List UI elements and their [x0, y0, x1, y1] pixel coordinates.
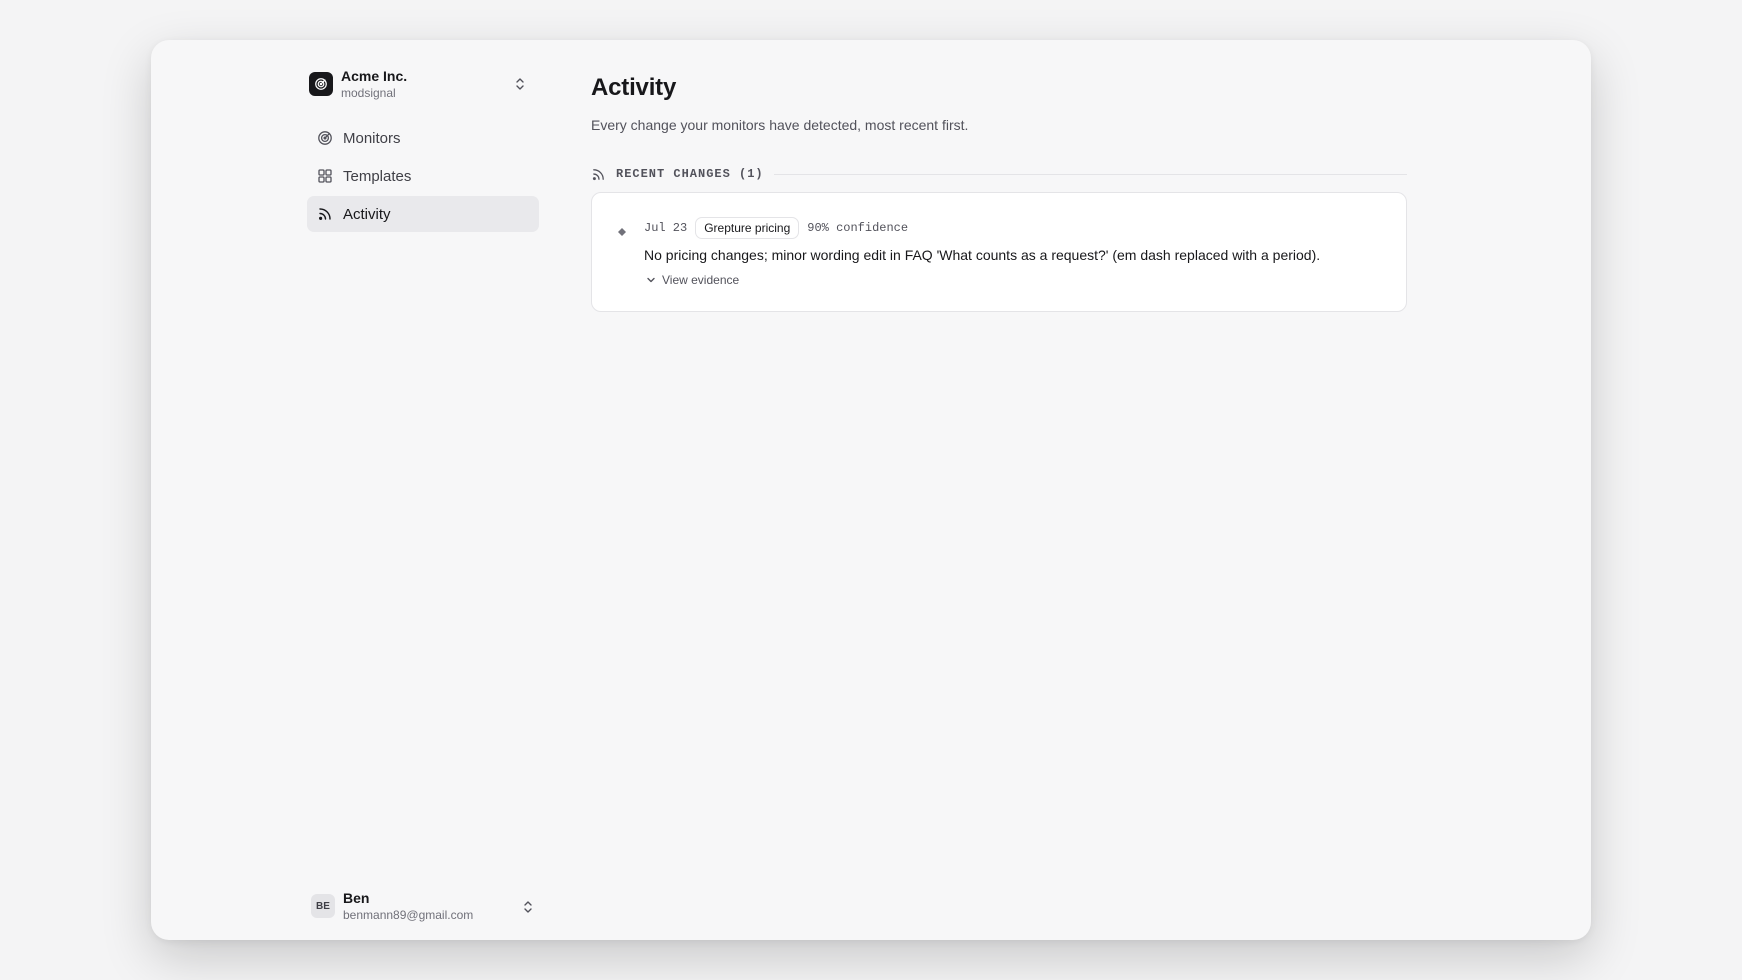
- sidebar-item-label: Templates: [343, 167, 412, 185]
- org-name: Acme Inc.: [341, 67, 408, 84]
- page-title: Activity: [591, 74, 677, 101]
- sidebar-nav: Monitors Templates Activity: [307, 120, 539, 234]
- radar-icon: [317, 130, 333, 146]
- sidebar-item-templates[interactable]: Templates: [307, 158, 539, 194]
- org-slug: modsignal: [341, 85, 396, 100]
- sidebar-item-activity[interactable]: Activity: [307, 196, 539, 232]
- avatar: BE: [311, 894, 335, 918]
- sidebar: Acme Inc. modsignal Monitors Templates A…: [151, 40, 541, 940]
- change-date: Jul 23: [644, 221, 688, 235]
- page-subtitle: Every change your monitors have detected…: [591, 117, 969, 133]
- change-card: Jul 23 Grepture pricing 90% confidence N…: [591, 192, 1407, 312]
- chevron-down-icon: [644, 273, 658, 287]
- section-label: RECENT CHANGES (1): [616, 167, 764, 181]
- org-switcher[interactable]: Acme Inc. modsignal: [307, 62, 531, 106]
- org-logo-icon: [309, 72, 333, 96]
- change-meta: Jul 23 Grepture pricing 90% confidence: [644, 217, 908, 239]
- diamond-icon: [618, 223, 626, 236]
- section-header: RECENT CHANGES (1): [591, 164, 1407, 184]
- rss-icon: [591, 167, 606, 182]
- divider: [773, 173, 1407, 175]
- confidence-label: 90% confidence: [807, 221, 909, 235]
- view-evidence-button[interactable]: View evidence: [644, 271, 739, 289]
- sidebar-item-label: Monitors: [343, 129, 401, 147]
- grid-icon: [317, 168, 333, 184]
- app-window: Acme Inc. modsignal Monitors Templates A…: [151, 40, 1591, 940]
- view-evidence-label: View evidence: [662, 273, 740, 287]
- rss-icon: [317, 206, 333, 222]
- change-summary: No pricing changes; minor wording edit i…: [644, 247, 1321, 263]
- user-menu[interactable]: BE Ben benmann89@gmail.com: [307, 886, 539, 926]
- sidebar-item-label: Activity: [343, 205, 391, 223]
- chevron-up-down-icon: [521, 899, 535, 920]
- user-name: Ben: [343, 889, 370, 906]
- user-email: benmann89@gmail.com: [343, 907, 474, 922]
- monitor-badge[interactable]: Grepture pricing: [695, 217, 800, 239]
- chevron-up-down-icon: [513, 76, 527, 97]
- sidebar-item-monitors[interactable]: Monitors: [307, 120, 539, 156]
